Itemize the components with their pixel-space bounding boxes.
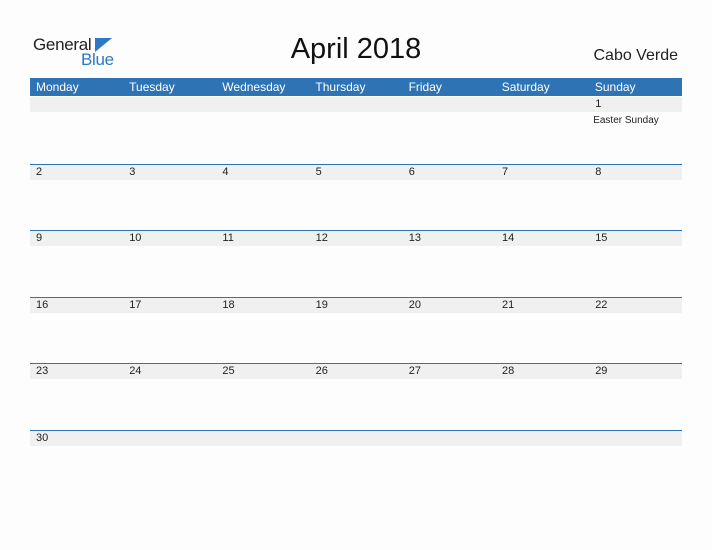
day-cell: 20	[403, 298, 496, 364]
day-number: 20	[408, 299, 422, 311]
day-cell: 15	[589, 231, 682, 297]
country-label: Cabo Verde	[593, 47, 678, 64]
day-cell: 26	[310, 364, 403, 430]
day-cell	[496, 431, 589, 497]
day-number: 7	[502, 166, 509, 178]
weekday-header: Monday Tuesday Wednesday Thursday Friday…	[30, 78, 682, 96]
day-number: 27	[408, 365, 422, 377]
day-cell: 3	[123, 165, 216, 231]
day-number: 19	[315, 299, 328, 311]
weekday-sunday: Sunday	[594, 80, 636, 94]
day-cell: 29	[589, 364, 682, 430]
day-cell: 25	[216, 364, 309, 430]
day-number: 6	[408, 166, 415, 178]
day-number: 14	[502, 232, 515, 244]
day-cell: 22	[589, 298, 682, 364]
day-number: 4	[222, 166, 229, 178]
day-number: 2	[36, 166, 43, 178]
day-number: 9	[36, 232, 43, 244]
day-cell: 17	[123, 298, 216, 364]
day-number: 5	[315, 166, 322, 178]
week-row: 2 3 4 5 6 7 8	[30, 164, 682, 231]
day-cell: 9	[30, 231, 123, 297]
week-row: 16 17 18 19 20 21 22	[30, 297, 682, 364]
day-cell: 28	[496, 364, 589, 430]
day-cell: 14	[496, 231, 589, 297]
day-cell: 7	[496, 165, 589, 231]
day-cell	[403, 431, 496, 497]
week-row: 23 24 25 26 27 28 29	[30, 363, 682, 430]
day-number: 22	[595, 299, 608, 311]
day-number: 26	[315, 365, 328, 377]
day-number: 12	[315, 232, 328, 244]
day-number: 3	[129, 166, 136, 178]
day-cell: 1 Easter Sunday	[589, 97, 682, 163]
day-number: 8	[595, 166, 602, 178]
day-cell: 10	[123, 231, 216, 297]
day-cell: 21	[496, 298, 589, 364]
day-cell: 16	[30, 298, 123, 364]
day-number: 13	[408, 232, 422, 244]
day-cell: 30	[30, 431, 123, 497]
weekday-tuesday: Tuesday	[129, 80, 175, 94]
week-row: 1 Easter Sunday	[30, 97, 682, 163]
day-cell: 8	[589, 165, 682, 231]
day-cell	[216, 97, 309, 163]
day-number: 30	[36, 432, 49, 444]
day-number: 28	[502, 365, 515, 377]
day-cell	[216, 431, 309, 497]
day-cell: 11	[216, 231, 309, 297]
day-number: 11	[222, 232, 234, 244]
day-cell	[310, 97, 403, 163]
day-number: 1	[595, 98, 602, 110]
week-row: 9 10 11 12 13 14 15	[30, 230, 682, 297]
day-cell: 18	[216, 298, 309, 364]
day-cell: 4	[216, 165, 309, 231]
day-cell: 5	[310, 165, 403, 231]
day-cell	[30, 97, 123, 163]
day-cell: 13	[403, 231, 496, 297]
day-cell	[310, 431, 403, 497]
day-cell	[496, 97, 589, 163]
day-cell: 27	[403, 364, 496, 430]
day-cell	[403, 97, 496, 163]
weekday-monday: Monday	[36, 80, 79, 94]
day-cell: 24	[123, 364, 216, 430]
weekday-thursday: Thursday	[315, 80, 366, 94]
week-row: 30	[30, 430, 682, 497]
weekday-saturday: Saturday	[501, 80, 550, 94]
day-number: 29	[595, 365, 608, 377]
day-cell	[589, 431, 682, 497]
day-cell: 23	[30, 364, 123, 430]
weekday-wednesday: Wednesday	[222, 80, 286, 94]
weekday-friday: Friday	[408, 80, 442, 94]
day-number: 16	[36, 299, 49, 311]
day-cell: 19	[310, 298, 403, 364]
day-number: 15	[595, 232, 608, 244]
day-number: 18	[222, 299, 235, 311]
holiday-label: Easter Sunday	[593, 115, 659, 126]
day-cell	[123, 431, 216, 497]
day-cell: 2	[30, 165, 123, 231]
day-number: 21	[502, 299, 515, 311]
day-number: 24	[129, 365, 142, 377]
day-cell	[123, 97, 216, 163]
day-number: 23	[36, 365, 49, 377]
day-number: 17	[129, 299, 142, 311]
day-number: 25	[222, 365, 235, 377]
day-cell: 12	[310, 231, 403, 297]
day-number: 10	[129, 232, 142, 244]
day-cell: 6	[403, 165, 496, 231]
